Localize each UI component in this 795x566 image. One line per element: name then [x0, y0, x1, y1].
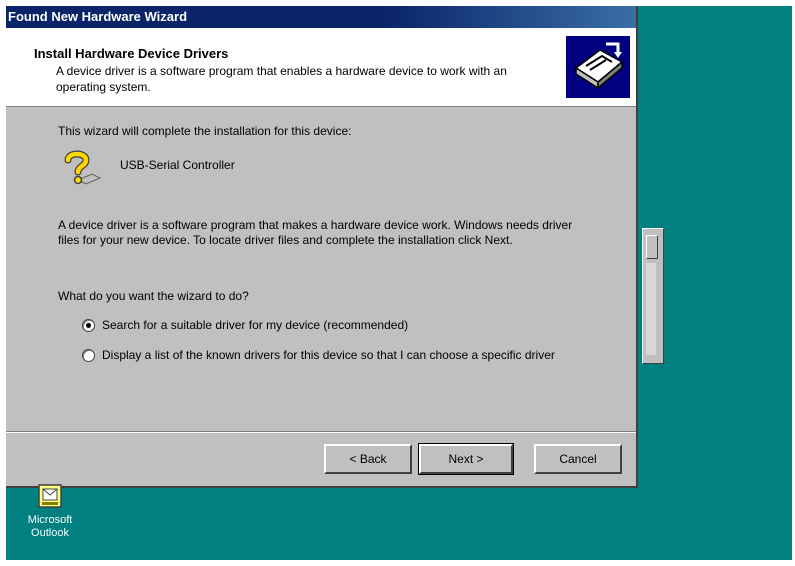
device-name: USB-Serial Controller	[120, 158, 235, 172]
radio-button[interactable]	[82, 349, 95, 362]
scrollbar-thumb[interactable]	[646, 235, 658, 259]
wizard-header: Install Hardware Device Drivers A device…	[6, 28, 636, 107]
hardware-card-icon	[566, 36, 630, 98]
outlook-icon[interactable]	[36, 482, 64, 510]
header-subtitle: A device driver is a software program th…	[56, 64, 507, 94]
explanation-text: A device driver is a software program th…	[58, 218, 573, 247]
intro-text: This wizard will complete the installati…	[58, 124, 352, 138]
option-label[interactable]: Search for a suitable driver for my devi…	[102, 318, 408, 333]
header-title: Install Hardware Device Drivers	[34, 46, 229, 61]
option-search-driver[interactable]: Search for a suitable driver for my devi…	[82, 318, 408, 333]
background-window-scrollbar[interactable]	[642, 228, 664, 364]
radio-button-selected[interactable]	[82, 319, 95, 332]
question-text: What do you want the wizard to do?	[58, 289, 249, 303]
button-separator	[6, 431, 636, 433]
desktop-icon-outlook[interactable]: Microsoft Outlook	[10, 482, 90, 540]
back-button[interactable]: < Back	[324, 444, 412, 474]
window-title: Found New Hardware Wizard	[6, 6, 636, 28]
scrollbar-track[interactable]	[646, 263, 656, 355]
unknown-device-icon	[60, 150, 104, 190]
cancel-button[interactable]: Cancel	[534, 444, 622, 474]
found-new-hardware-wizard: Found New Hardware Wizard Install Hardwa…	[6, 6, 638, 488]
option-display-list[interactable]: Display a list of the known drivers for …	[82, 348, 592, 363]
desktop-icon-label[interactable]: Microsoft Outlook	[10, 514, 90, 540]
next-button[interactable]: Next >	[418, 443, 514, 475]
option-label[interactable]: Display a list of the known drivers for …	[102, 348, 555, 363]
